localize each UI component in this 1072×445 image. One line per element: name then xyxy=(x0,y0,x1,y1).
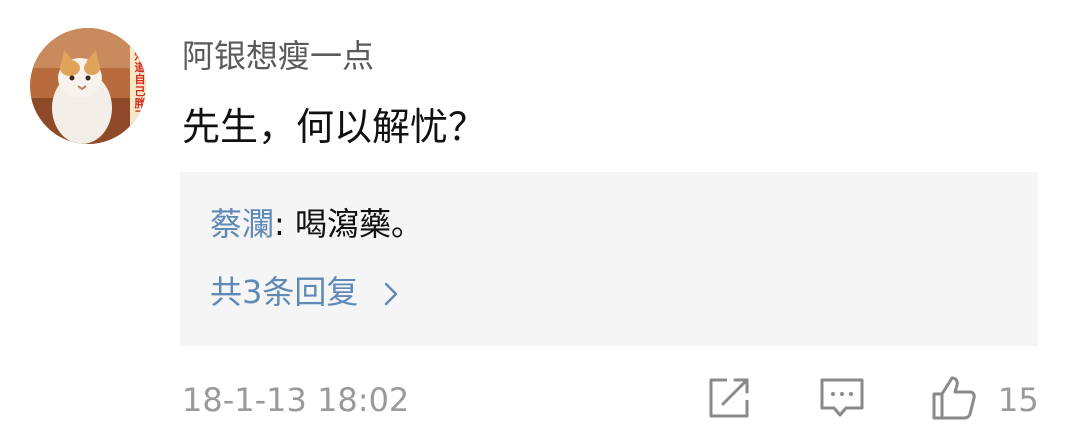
reply-text: 喝瀉藥。 xyxy=(294,205,423,243)
thumbs-up-icon[interactable] xyxy=(930,374,978,422)
chevron-right-icon xyxy=(384,282,397,306)
share-icon[interactable] xyxy=(705,374,753,422)
comment-text: 先生，何以解忧？ xyxy=(182,105,487,149)
cat-photo xyxy=(30,28,146,144)
reply-preview[interactable]: 蔡瀾: 喝瀉藥。 共3条回复 xyxy=(180,172,1038,346)
reply-separator: : xyxy=(274,205,295,243)
username[interactable]: 阿银想瘦一点 xyxy=(182,36,374,76)
timestamp: 18-1-13 18:02 xyxy=(182,381,410,419)
reply-author[interactable]: 蔡瀾 xyxy=(210,205,274,243)
avatar-caption: 我知道自己胖了 xyxy=(134,37,146,122)
comment-icon[interactable] xyxy=(818,374,866,422)
avatar[interactable]: 我知道自己胖了 xyxy=(30,28,146,144)
like-count: 15 xyxy=(998,381,1039,419)
reply-item[interactable]: 蔡瀾: 喝瀉藥。 xyxy=(210,202,423,246)
view-all-replies-label: 共3条回复 xyxy=(210,273,359,311)
view-all-replies-link[interactable]: 共3条回复 xyxy=(210,270,399,314)
